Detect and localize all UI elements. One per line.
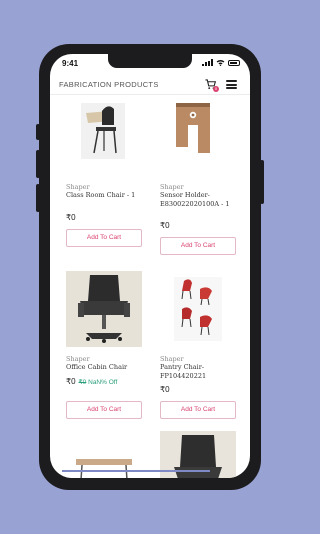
product-image[interactable] — [160, 95, 236, 171]
page-title: FABRICATION PRODUCTS — [59, 80, 159, 89]
product-price: ₹0 — [160, 385, 170, 394]
status-bar: 9:41 — [50, 54, 250, 74]
add-to-cart-button[interactable]: Add To Cart — [66, 401, 142, 419]
home-indicator — [62, 470, 210, 472]
battery-icon — [228, 60, 240, 66]
product-image[interactable] — [160, 271, 236, 347]
add-to-cart-button[interactable]: Add To Cart — [160, 401, 236, 419]
product-brand: Shaper — [66, 355, 90, 363]
status-icons — [202, 59, 240, 66]
add-to-cart-button[interactable]: Add To Cart — [160, 237, 236, 255]
product-price: ₹0 ₹0 NaN% Off — [66, 377, 118, 386]
sensor-holder-image — [176, 103, 210, 153]
product-price: ₹0 — [160, 221, 170, 230]
product-card[interactable]: Shaper Class Room Chair - 1 ₹0 Add To Ca… — [66, 95, 146, 247]
product-price: ₹0 — [66, 213, 76, 222]
classroom-chair-image — [81, 103, 125, 159]
product-name[interactable]: Class Room Chair - 1 — [66, 191, 146, 200]
product-name[interactable]: Office Cabin Chair — [66, 363, 146, 372]
discount-label: NaN% Off — [88, 379, 118, 386]
pantry-chair-image — [174, 277, 222, 341]
office-cabin-chair-image — [66, 271, 142, 347]
product-image[interactable] — [66, 271, 142, 347]
product-image[interactable] — [66, 95, 142, 171]
status-time: 9:41 — [62, 59, 79, 68]
product-brand: Shaper — [160, 183, 184, 191]
cart-count-badge: 0 — [213, 86, 219, 92]
product-mrp: ₹0 — [78, 379, 87, 386]
product-name[interactable]: Pantry Chair-FP104420221 — [160, 363, 240, 381]
product-brand: Shaper — [160, 355, 184, 363]
product-name[interactable]: Sensor Holder-E830022020100A - 1 — [160, 191, 240, 209]
product-card[interactable]: Shaper Office Cabin Chair ₹0 ₹0 NaN% Off … — [66, 271, 144, 421]
wifi-icon — [216, 60, 225, 66]
product-card[interactable]: Shaper Pantry Chair-FP104420221 ₹0 Add T… — [160, 271, 238, 421]
add-to-cart-button[interactable]: Add To Cart — [66, 229, 142, 247]
phone-screen: 9:41 FABRICATION PRODUCTS 0 Shaper Class… — [50, 54, 250, 478]
app-header: FABRICATION PRODUCTS 0 — [50, 74, 250, 95]
product-brand: Shaper — [66, 183, 90, 191]
signal-icon — [202, 59, 213, 66]
notch — [108, 54, 192, 68]
hamburger-menu-icon[interactable] — [226, 80, 237, 89]
product-card[interactable]: Shaper Sensor Holder-E830022020100A - 1 … — [160, 95, 238, 255]
